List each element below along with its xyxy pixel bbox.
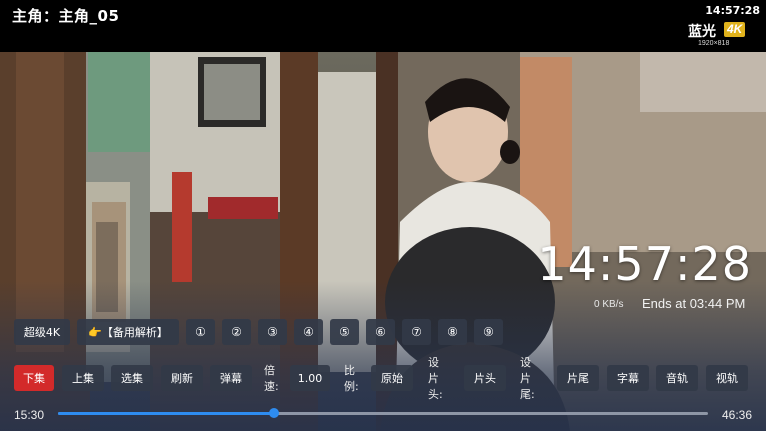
audio-track-button[interactable]: 音轨: [656, 365, 698, 391]
source-6-button[interactable]: ⑥: [366, 319, 395, 345]
source-7-button[interactable]: ⑦: [402, 319, 431, 345]
overlay-clock: 14:57:28: [537, 237, 752, 291]
video-track-button[interactable]: 视轨: [706, 365, 748, 391]
danmaku-button[interactable]: 弹幕: [210, 365, 252, 391]
video-title: 主角：主角_05: [12, 7, 120, 25]
quality-4k-tag: 4K: [724, 22, 746, 37]
ratio-button[interactable]: 原始: [371, 365, 413, 391]
ending-button[interactable]: 片尾: [557, 365, 599, 391]
refresh-button[interactable]: 刷新: [161, 365, 203, 391]
subtitle-button[interactable]: 字幕: [607, 365, 649, 391]
system-clock: 14:57:28: [705, 4, 760, 17]
total-time: 46:36: [721, 408, 752, 422]
quality-source-button[interactable]: 超级4K: [14, 319, 70, 345]
quality-label: 蓝光: [688, 24, 716, 40]
top-bar: 主角：主角_05 14:57:28: [0, 0, 766, 52]
source-1-button[interactable]: ①: [186, 319, 215, 345]
episodes-button[interactable]: 选集: [111, 365, 153, 391]
source-5-button[interactable]: ⑤: [330, 319, 359, 345]
progress-track[interactable]: [58, 408, 708, 418]
quality-badge: 蓝光 4K 1920×818: [684, 20, 756, 50]
speed-button[interactable]: 1.00: [290, 365, 330, 391]
ratio-label: 比例:: [344, 364, 359, 393]
source-3-button[interactable]: ③: [258, 319, 287, 345]
current-time: 15:30: [14, 408, 45, 422]
network-speed: 0 KB/s: [594, 299, 624, 310]
ends-at: Ends at 03:44 PM: [642, 296, 746, 311]
opening-button[interactable]: 片头: [464, 365, 506, 391]
source-9-button[interactable]: ⑨: [474, 319, 503, 345]
prev-episode-button[interactable]: 上集: [62, 365, 104, 391]
progress-fill: [58, 412, 275, 415]
source-8-button[interactable]: ⑧: [438, 319, 467, 345]
opening-label: 设片头:: [428, 356, 443, 401]
quality-resolution: 1920×818: [698, 40, 730, 47]
ending-label: 设片尾:: [520, 356, 535, 401]
backup-source-button[interactable]: 👉【备用解析】: [77, 319, 179, 345]
source-2-button[interactable]: ②: [222, 319, 251, 345]
source-4-button[interactable]: ④: [294, 319, 323, 345]
next-episode-button[interactable]: 下集: [14, 365, 54, 391]
source-row: 超级4K 👉【备用解析】 ① ② ③ ④ ⑤ ⑥ ⑦ ⑧ ⑨: [14, 319, 503, 345]
speed-label: 倍速:: [264, 364, 279, 393]
